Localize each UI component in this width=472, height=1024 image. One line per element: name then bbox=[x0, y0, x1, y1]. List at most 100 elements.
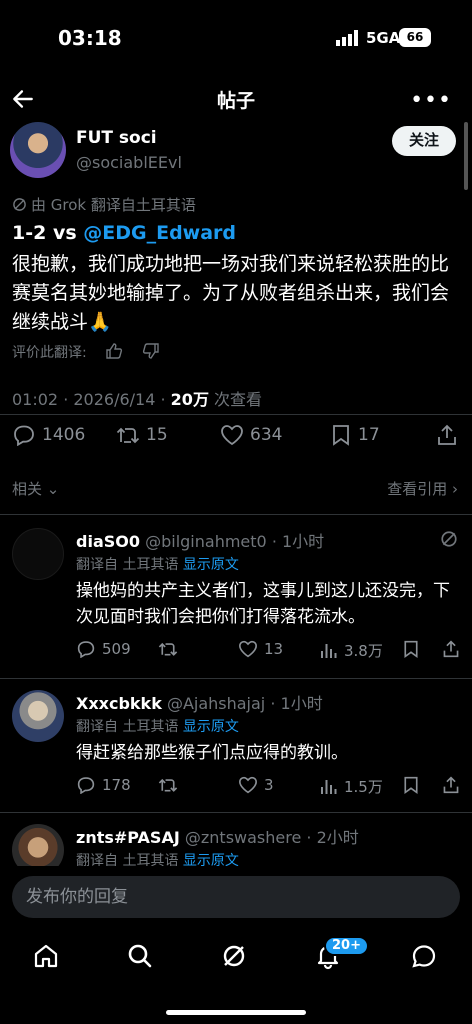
bookmark-button[interactable] bbox=[402, 640, 420, 658]
like-button[interactable]: 634 bbox=[220, 424, 282, 446]
translated-label: 翻译自 土耳其语 bbox=[76, 557, 179, 573]
post-text: 很抱歉，我们成功地把一场对我们来说轻松获胜的比赛莫名其妙地输掉了。为了从败者组杀… bbox=[12, 253, 450, 333]
reply-time: · 1小时 bbox=[271, 532, 325, 551]
reply-icon bbox=[77, 641, 95, 658]
repost-button[interactable]: 15 bbox=[116, 424, 168, 446]
more-options-icon[interactable]: ••• bbox=[410, 88, 452, 113]
rate-translation-label: 评价此翻译: bbox=[12, 345, 87, 361]
follow-button[interactable]: 关注 bbox=[392, 126, 456, 156]
thumbs-down-icon[interactable] bbox=[142, 342, 160, 360]
heart-icon bbox=[221, 425, 243, 446]
battery-icon: 66 bbox=[399, 28, 431, 47]
repost-button[interactable] bbox=[158, 776, 178, 794]
reply-button[interactable]: 1406 bbox=[12, 424, 85, 446]
reply-header: diaSO0 @bilginahmet0 · 1小时 bbox=[76, 528, 324, 552]
author-name[interactable]: FUT soci bbox=[76, 128, 157, 148]
status-bar: 03:18 5GA 66 bbox=[0, 0, 472, 78]
status-time: 03:18 bbox=[58, 26, 122, 50]
bottom-nav bbox=[0, 932, 472, 982]
reply-author-handle[interactable]: @zntswashere bbox=[185, 828, 301, 847]
avatar[interactable] bbox=[10, 122, 66, 178]
translation-note-text: 由 Grok 翻译自土耳其语 bbox=[31, 196, 196, 214]
page-title: 帖子 bbox=[216, 90, 255, 112]
reply-text: 操他妈的共产主义者们，这事儿到这儿还没完，下次见面时我们会把你们打得落花流水。 bbox=[76, 581, 450, 627]
reply-composer[interactable] bbox=[12, 876, 460, 918]
reply-item[interactable]: diaSO0 @bilginahmet0 · 1小时 翻译自 土耳其语 显示原文… bbox=[0, 518, 472, 678]
bookmark-count: 17 bbox=[358, 425, 380, 445]
reply-icon bbox=[14, 425, 34, 446]
view-count: 20万 bbox=[170, 390, 209, 409]
reply-author-handle[interactable]: @Ajahshajaj bbox=[167, 694, 265, 713]
translated-label: 翻译自 土耳其语 bbox=[76, 719, 179, 735]
reply-translation-note: 翻译自 土耳其语 显示原文 bbox=[76, 716, 239, 736]
repost-icon bbox=[158, 778, 178, 792]
reply-header: znts#PASAJ @zntswashere · 2小时 bbox=[76, 824, 359, 848]
reply-translation-note: 翻译自 土耳其语 显示原文 bbox=[76, 850, 239, 866]
translation-note: 由 Grok 翻译自土耳其语 bbox=[12, 194, 196, 215]
reply-count: 178 bbox=[102, 776, 131, 794]
post-meta: 01:02 · 2026/6/14 · 20万 次查看 bbox=[12, 386, 262, 410]
share-button[interactable] bbox=[442, 776, 460, 794]
messages-icon[interactable] bbox=[410, 942, 438, 970]
repost-button[interactable] bbox=[158, 640, 178, 658]
search-icon[interactable] bbox=[126, 942, 154, 970]
thumbs-up-icon[interactable] bbox=[105, 342, 123, 360]
reply-author-handle[interactable]: @bilginahmet0 bbox=[145, 532, 267, 551]
show-original-link[interactable]: 显示原文 bbox=[183, 719, 239, 735]
like-button[interactable]: 13 bbox=[238, 640, 283, 658]
heart-icon bbox=[238, 776, 258, 794]
bookmark-button[interactable] bbox=[402, 776, 420, 794]
views-button[interactable]: 3.8万 bbox=[320, 640, 383, 661]
reply-item[interactable]: Xxxcbkkk @Ajahshajaj · 1小时 翻译自 土耳其语 显示原文… bbox=[0, 680, 472, 812]
avatar[interactable] bbox=[12, 690, 64, 742]
network-label: 5GA bbox=[366, 29, 401, 47]
author-handle[interactable]: @sociablEEvl bbox=[76, 153, 182, 172]
related-label: 相关 bbox=[12, 480, 43, 498]
reply-button[interactable]: 509 bbox=[76, 640, 131, 658]
reply-translation-note: 翻译自 土耳其语 显示原文 bbox=[76, 554, 239, 574]
divider bbox=[0, 414, 472, 415]
reply-actions: 509 13 3.8万 bbox=[76, 640, 466, 664]
post-actions: 1406 15 634 17 bbox=[0, 424, 472, 454]
reply-author-name[interactable]: znts#PASAJ bbox=[76, 828, 180, 847]
repost-icon bbox=[158, 642, 178, 656]
post-timestamp: 01:02 · 2026/6/14 · bbox=[12, 390, 171, 409]
reply-button[interactable]: 178 bbox=[76, 776, 131, 794]
reply-author-name[interactable]: Xxxcbkkk bbox=[76, 694, 162, 713]
reply-time: · 1小时 bbox=[270, 694, 323, 713]
reply-icon bbox=[77, 777, 95, 794]
scrollbar[interactable] bbox=[464, 122, 468, 190]
show-original-link[interactable]: 显示原文 bbox=[183, 557, 239, 573]
rate-translation: 评价此翻译: bbox=[12, 342, 160, 362]
share-icon bbox=[443, 640, 459, 658]
share-button[interactable] bbox=[436, 424, 458, 446]
reply-input[interactable] bbox=[12, 876, 460, 918]
divider bbox=[0, 812, 472, 813]
bookmark-button[interactable]: 17 bbox=[330, 424, 380, 446]
post-score: 1-2 vs bbox=[12, 222, 84, 244]
reply-text: 得赶紧给那些猴子们点应得的教训。 bbox=[76, 743, 348, 763]
like-button[interactable]: 3 bbox=[238, 776, 274, 794]
reply-item[interactable]: znts#PASAJ @zntswashere · 2小时 翻译自 土耳其语 显… bbox=[0, 814, 472, 866]
chevron-right-icon: › bbox=[452, 480, 458, 498]
grok-icon[interactable] bbox=[220, 942, 248, 970]
avatar[interactable] bbox=[12, 528, 64, 580]
post-first-line: 1-2 vs @EDG_Edward bbox=[12, 222, 236, 244]
reply-author-name[interactable]: diaSO0 bbox=[76, 532, 140, 551]
avatar[interactable] bbox=[12, 824, 64, 866]
reply-actions: 178 3 1.5万 bbox=[76, 776, 466, 800]
related-toggle[interactable]: 相关 ⌄ bbox=[12, 478, 59, 499]
home-icon[interactable] bbox=[32, 942, 60, 970]
repost-count: 15 bbox=[146, 425, 168, 445]
share-button[interactable] bbox=[442, 640, 460, 658]
mention-link[interactable]: @EDG_Edward bbox=[83, 222, 236, 244]
like-count: 3 bbox=[264, 776, 274, 794]
view-count: 1.5万 bbox=[344, 778, 383, 796]
reply-count: 1406 bbox=[42, 425, 86, 445]
bookmark-icon bbox=[404, 640, 418, 658]
show-original-link[interactable]: 显示原文 bbox=[183, 853, 239, 866]
grok-icon[interactable] bbox=[440, 530, 458, 548]
view-quotes-link[interactable]: 查看引用 › bbox=[387, 478, 458, 499]
signal-icon bbox=[336, 30, 358, 46]
views-button[interactable]: 1.5万 bbox=[320, 776, 383, 797]
